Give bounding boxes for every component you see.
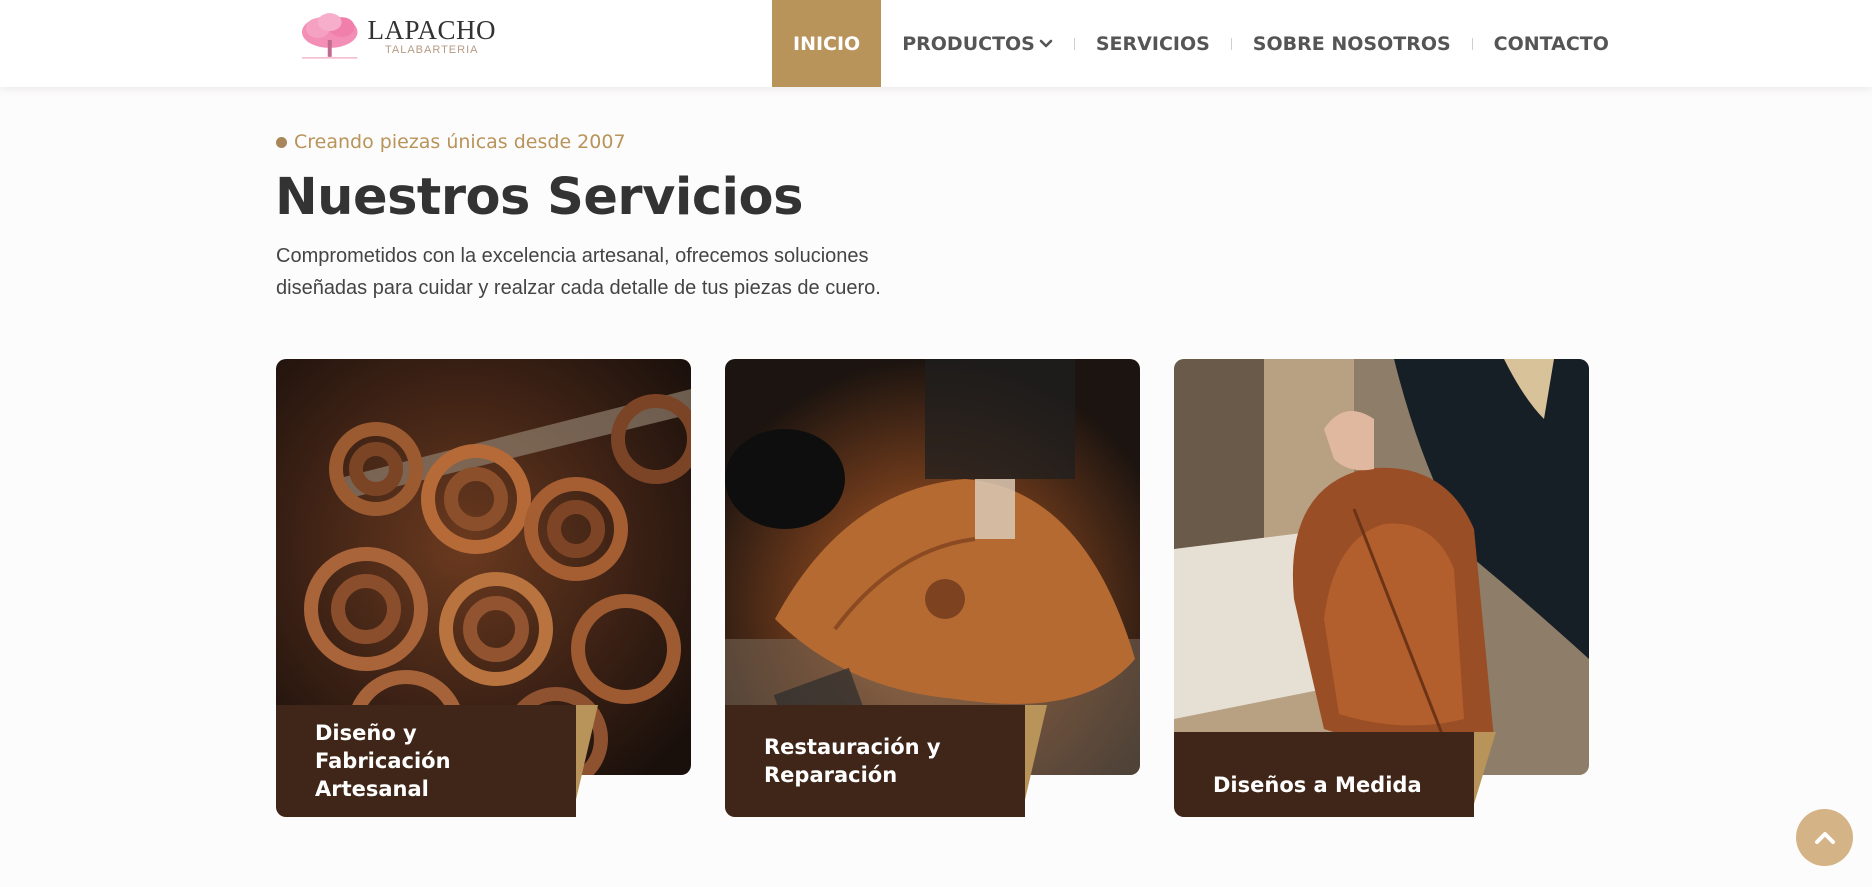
nav-productos-label: PRODUCTOS xyxy=(902,32,1035,55)
nav-servicios-label: SERVICIOS xyxy=(1095,32,1210,55)
nav-inicio-label: INICIO xyxy=(793,32,861,55)
nav-contacto[interactable]: CONTACTO xyxy=(1473,0,1630,87)
tagline: Creando piezas únicas desde 2007 xyxy=(276,131,626,153)
brand-subtitle: TALABARTERIA xyxy=(384,44,479,56)
service-card[interactable]: Diseños a Medida xyxy=(1174,359,1589,817)
nav-inicio[interactable]: INICIO xyxy=(772,0,882,87)
scroll-to-top-button[interactable] xyxy=(1796,809,1853,866)
leather-bag-image xyxy=(1174,359,1589,775)
tagline-text: Creando piezas únicas desde 2007 xyxy=(294,131,626,153)
bullet-dot-icon xyxy=(276,136,287,148)
chevron-down-icon xyxy=(1039,39,1053,47)
nav-contacto-label: CONTACTO xyxy=(1493,32,1609,55)
page-title: Nuestros Servicios xyxy=(275,168,803,227)
service-card[interactable]: Diseño y Fabricación Artesanal xyxy=(276,359,691,817)
nav-servicios[interactable]: SERVICIOS xyxy=(1075,0,1231,87)
brand-name: LAPACHO xyxy=(367,15,496,45)
site-header: LAPACHO TALABARTERIA INICIO PRODUCTOS SE… xyxy=(0,0,1872,87)
service-title: Diseños a Medida xyxy=(1174,732,1474,817)
main-nav: INICIO PRODUCTOS SERVICIOS SOBRE NOSOTRO… xyxy=(772,0,1630,87)
brand-logo[interactable]: LAPACHO TALABARTERIA xyxy=(296,10,496,62)
page-description: Comprometidos con la excelencia artesana… xyxy=(276,245,881,299)
service-card[interactable]: Restauración y Reparación xyxy=(725,359,1140,817)
nav-sobre-nosotros-label: SOBRE NOSOTROS xyxy=(1252,32,1451,55)
service-title: Diseño y Fabricación Artesanal xyxy=(276,705,576,817)
service-title: Restauración y Reparación xyxy=(725,705,1025,817)
nav-sobre-nosotros[interactable]: SOBRE NOSOTROS xyxy=(1232,0,1472,87)
tree-logo-icon xyxy=(301,13,358,59)
chevron-up-icon xyxy=(1814,831,1835,844)
nav-productos[interactable]: PRODUCTOS xyxy=(881,0,1074,87)
